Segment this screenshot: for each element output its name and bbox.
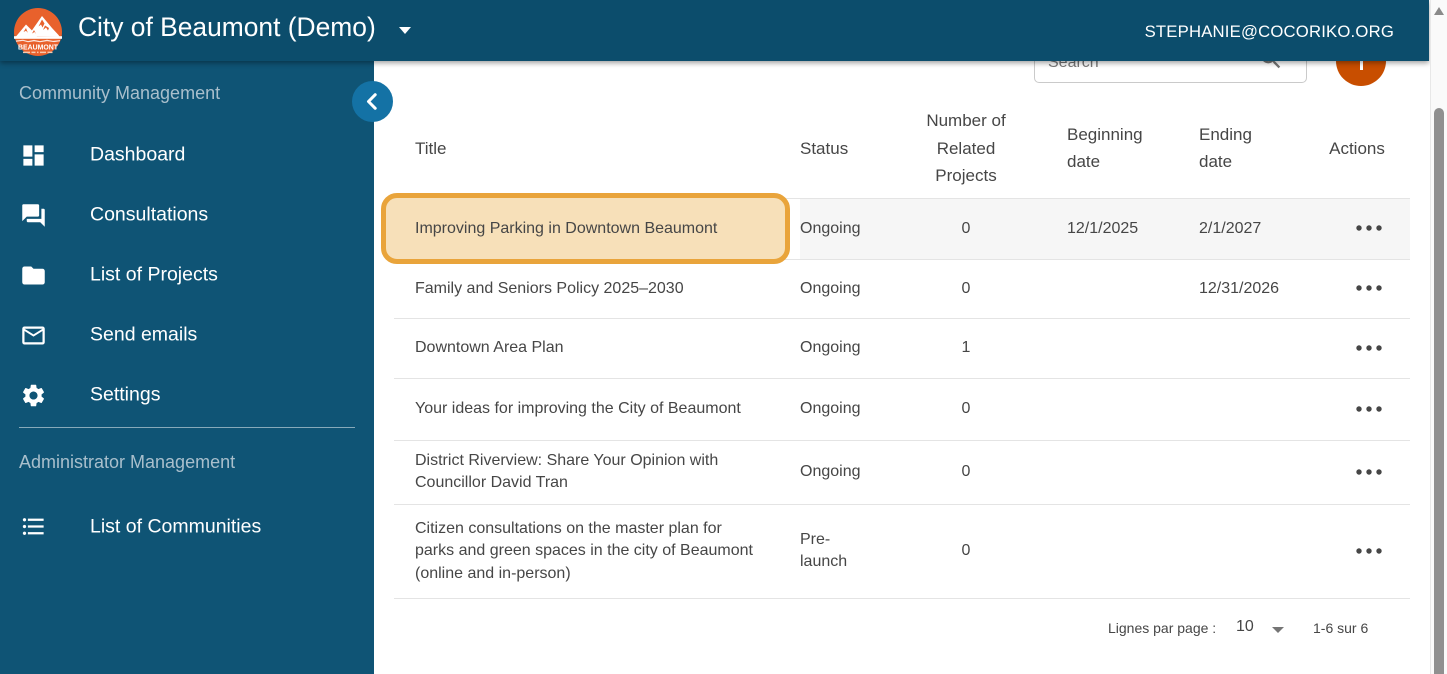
svg-text:BEAUMONT: BEAUMONT xyxy=(18,43,58,52)
